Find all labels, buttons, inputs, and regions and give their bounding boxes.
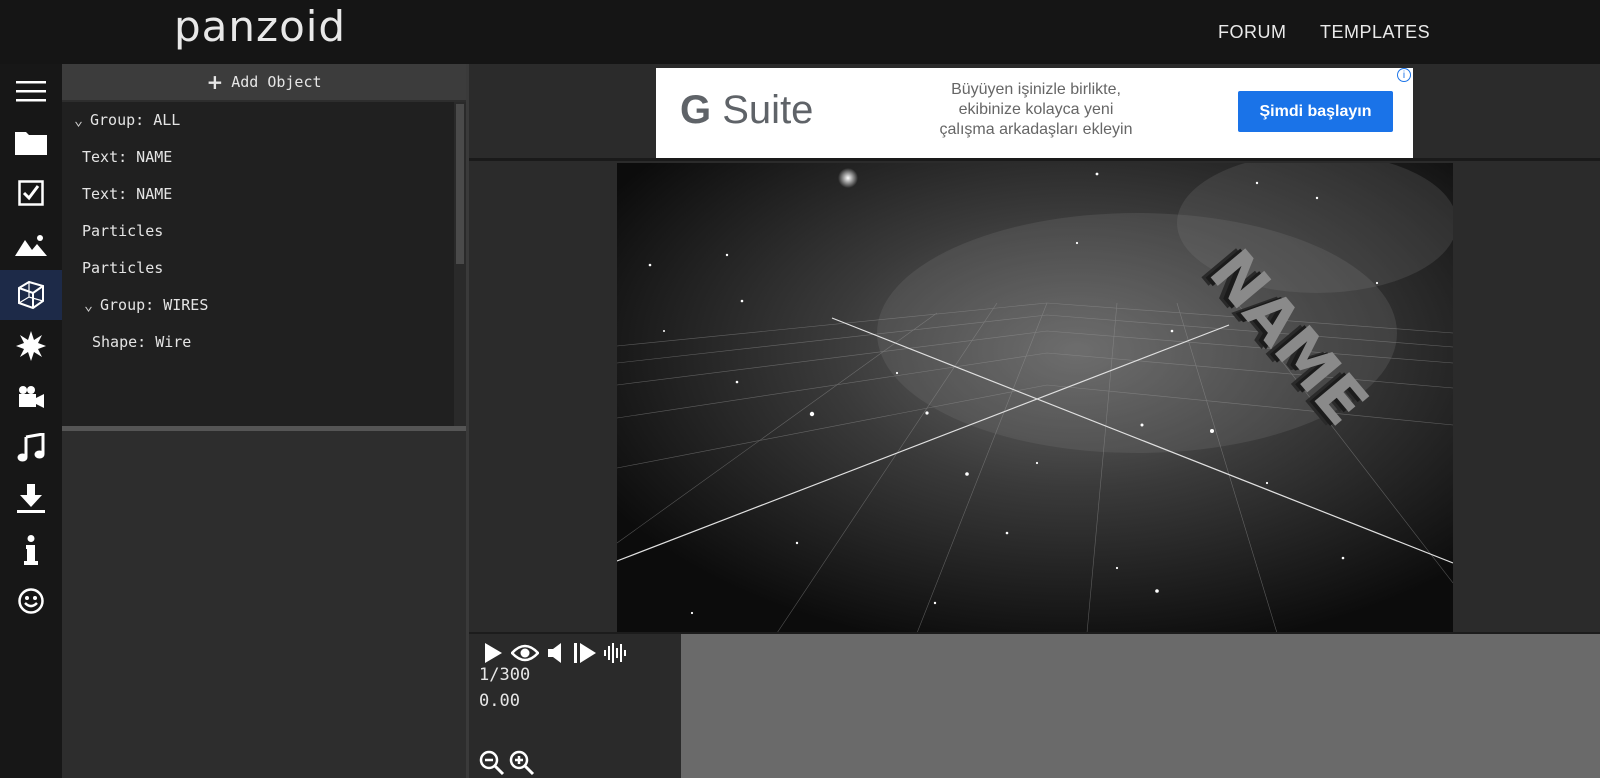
rail-camera[interactable] bbox=[0, 372, 62, 422]
tree-item-label: Group: WIRES bbox=[100, 296, 209, 314]
menu-icon bbox=[16, 81, 46, 102]
rail-backgrounds[interactable] bbox=[0, 219, 62, 269]
camera-icon bbox=[19, 386, 44, 408]
tool-rail bbox=[0, 64, 62, 778]
add-object-button[interactable]: + Add Object bbox=[62, 64, 466, 100]
add-object-label: Add Object bbox=[231, 73, 322, 91]
frame-counter: 1/300 bbox=[479, 665, 531, 685]
ad-banner[interactable]: G Suite Büyüyen işinizle birlikte, ekibi… bbox=[656, 68, 1413, 158]
tree-item-label: Group: ALL bbox=[90, 111, 181, 129]
burst-icon bbox=[16, 331, 46, 361]
ad-text: Büyüyen işinizle birlikte, ekibinize kol… bbox=[939, 81, 1133, 138]
zoom-in-icon[interactable] bbox=[509, 750, 535, 776]
step-forward-icon[interactable] bbox=[573, 642, 597, 664]
rail-files[interactable] bbox=[0, 117, 62, 167]
app-logo[interactable]: panzoid bbox=[174, 2, 346, 51]
rail-tasks[interactable] bbox=[0, 168, 62, 218]
rail-info[interactable] bbox=[0, 525, 62, 575]
ad-logo: G Suite bbox=[680, 88, 814, 132]
nav-forum[interactable]: FORUM bbox=[1218, 22, 1287, 43]
tree-item[interactable]: Particles bbox=[82, 250, 163, 286]
rail-effects[interactable] bbox=[0, 321, 62, 371]
tree-group-all[interactable]: ⌄ Group: ALL bbox=[74, 102, 180, 138]
chevron-down-icon: ⌄ bbox=[74, 111, 84, 129]
waveform-icon[interactable] bbox=[603, 642, 629, 664]
nav-templates[interactable]: TEMPLATES bbox=[1320, 22, 1430, 43]
playback-controls: 1/300 0.00 bbox=[469, 634, 681, 778]
ad-cta-button[interactable]: Şimdi başlayın bbox=[1238, 91, 1393, 132]
tree-resize-handle[interactable] bbox=[62, 426, 466, 431]
scene-render: NAME NAME NAME bbox=[617, 163, 1453, 633]
tree-item[interactable]: Shape: Wire bbox=[92, 324, 191, 360]
tree-item[interactable]: Particles bbox=[82, 213, 163, 249]
music-note-icon bbox=[17, 433, 45, 462]
zoom-out-icon[interactable] bbox=[479, 750, 505, 776]
chevron-down-icon: ⌄ bbox=[84, 296, 94, 314]
scene-viewport[interactable]: NAME NAME NAME bbox=[617, 163, 1453, 633]
rail-audio[interactable] bbox=[0, 423, 62, 473]
tree-scrollbar[interactable] bbox=[454, 102, 466, 426]
rail-objects[interactable] bbox=[0, 270, 62, 320]
top-bar: panzoid FORUM TEMPLATES bbox=[0, 0, 1600, 64]
ad-info-icon[interactable]: i bbox=[1397, 68, 1411, 82]
tree-item[interactable]: Text: NAME bbox=[82, 139, 172, 175]
tree-group-wires[interactable]: ⌄ Group: WIRES bbox=[84, 287, 208, 323]
object-tree: ⌄ Group: ALL Text: NAME Text: NAME Partic… bbox=[62, 102, 466, 426]
play-icon[interactable] bbox=[483, 642, 503, 664]
download-icon bbox=[17, 484, 45, 513]
tree-item[interactable]: Text: NAME bbox=[82, 176, 172, 212]
rail-feedback[interactable] bbox=[0, 576, 62, 626]
folder-icon bbox=[15, 132, 47, 155]
rail-menu[interactable] bbox=[0, 66, 62, 116]
info-icon bbox=[24, 535, 38, 565]
eye-icon[interactable] bbox=[511, 642, 539, 664]
checkbox-icon bbox=[18, 180, 44, 206]
object-panel: + Add Object ⌄ Group: ALL Text: NAME Text… bbox=[62, 64, 466, 778]
volume-icon[interactable] bbox=[547, 642, 565, 664]
rail-download[interactable] bbox=[0, 474, 62, 524]
scrollbar-thumb[interactable] bbox=[456, 104, 464, 264]
cube-icon bbox=[18, 280, 44, 310]
time-readout: 0.00 bbox=[479, 691, 520, 711]
divider bbox=[469, 158, 1600, 161]
landscape-icon bbox=[15, 235, 47, 256]
smiley-icon bbox=[18, 588, 44, 614]
plus-icon: + bbox=[206, 70, 224, 94]
